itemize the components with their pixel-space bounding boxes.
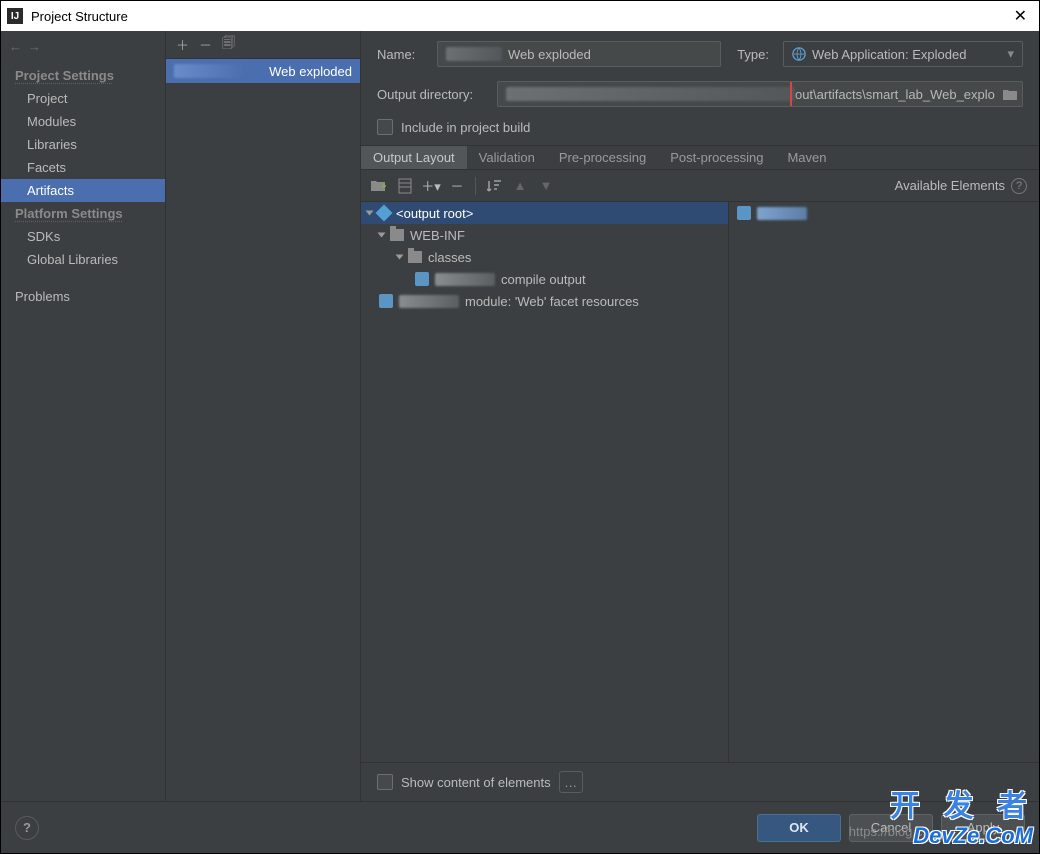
- dialog-footer: ? OK Cancel Apply: [1, 801, 1039, 853]
- tree-facet-resources[interactable]: module: 'Web' facet resources: [361, 290, 728, 312]
- show-content-checkbox[interactable]: [377, 774, 393, 790]
- redacted-text: [506, 87, 795, 101]
- help-button[interactable]: ?: [15, 816, 39, 840]
- settings-sidebar: ← → Project Settings Project Modules Lib…: [1, 31, 166, 801]
- sidebar-header-project-settings: Project Settings: [1, 64, 165, 87]
- expand-icon[interactable]: [378, 233, 386, 238]
- project-structure-window: IJ Project Structure ✕ ← → Project Setti…: [0, 0, 1040, 854]
- close-icon[interactable]: ✕: [1008, 6, 1033, 26]
- tab-pre-processing[interactable]: Pre-processing: [547, 146, 658, 169]
- tree-classes[interactable]: classes: [361, 246, 728, 268]
- chevron-down-icon: ▾: [1007, 46, 1014, 62]
- name-label: Name:: [377, 47, 427, 62]
- show-content-label: Show content of elements: [401, 775, 551, 790]
- name-field[interactable]: Web exploded: [437, 41, 721, 67]
- apply-button[interactable]: Apply: [941, 814, 1025, 842]
- tree-label: module: 'Web' facet resources: [465, 294, 639, 309]
- tree-label: compile output: [501, 272, 586, 287]
- available-elements-label: Available Elements: [895, 178, 1005, 193]
- remove-item-icon[interactable]: －: [445, 174, 469, 198]
- tree-compile-output[interactable]: compile output: [361, 268, 728, 290]
- back-icon[interactable]: ←: [9, 39, 22, 54]
- redacted-text: [174, 64, 244, 78]
- sidebar-item-artifacts[interactable]: Artifacts: [1, 179, 165, 202]
- output-dir-field[interactable]: out\artifacts\smart_lab_Web_explo: [497, 81, 1023, 107]
- facet-icon: [379, 294, 393, 308]
- forward-icon[interactable]: →: [28, 39, 41, 54]
- type-label: Type:: [737, 47, 769, 62]
- include-in-build-label: Include in project build: [401, 120, 530, 135]
- new-folder-icon[interactable]: [367, 174, 391, 198]
- remove-icon[interactable]: －: [199, 35, 212, 54]
- copy-icon[interactable]: 🗐: [222, 34, 235, 56]
- sidebar-header-platform-settings: Platform Settings: [1, 202, 165, 225]
- available-element-item[interactable]: [729, 202, 1039, 224]
- artifact-list-panel: ＋ － 🗐 Web exploded: [166, 31, 361, 801]
- sidebar-item-problems[interactable]: Problems: [1, 285, 165, 308]
- type-dropdown[interactable]: Web Application: Exploded ▾: [783, 41, 1023, 67]
- add-icon[interactable]: ＋: [176, 35, 189, 54]
- more-options-button[interactable]: …: [559, 771, 583, 793]
- web-app-icon: [792, 47, 806, 61]
- tree-label: classes: [428, 250, 471, 265]
- folder-icon: [408, 251, 422, 263]
- window-title: Project Structure: [31, 9, 128, 24]
- ok-button[interactable]: OK: [757, 814, 841, 842]
- tree-label: WEB-INF: [410, 228, 465, 243]
- sidebar-item-global-libraries[interactable]: Global Libraries: [1, 248, 165, 271]
- highlight-annotation: [790, 81, 1023, 107]
- sidebar-item-modules[interactable]: Modules: [1, 110, 165, 133]
- type-value: Web Application: Exploded: [812, 47, 966, 62]
- layout-toolbar: ＋▾ － ▲ ▼ Available Elements ?: [361, 170, 1039, 202]
- move-down-icon[interactable]: ▼: [534, 174, 558, 198]
- help-icon[interactable]: ?: [1011, 178, 1027, 194]
- module-icon: [737, 206, 751, 220]
- redacted-text: [757, 207, 807, 220]
- expand-icon[interactable]: [366, 211, 374, 216]
- title-bar: IJ Project Structure ✕: [1, 1, 1039, 31]
- sidebar-item-facets[interactable]: Facets: [1, 156, 165, 179]
- cancel-button[interactable]: Cancel: [849, 814, 933, 842]
- redacted-text: [446, 47, 502, 61]
- artifact-tabs: Output Layout Validation Pre-processing …: [361, 145, 1039, 170]
- artifact-toolbar: ＋ － 🗐: [166, 31, 360, 59]
- output-layout-tree[interactable]: <output root> WEB-INF classes: [361, 202, 729, 762]
- available-elements-panel[interactable]: [729, 202, 1039, 762]
- sidebar-item-project[interactable]: Project: [1, 87, 165, 110]
- artifact-detail-panel: Name: Web exploded Type: Web Application…: [361, 31, 1039, 801]
- redacted-text: [435, 273, 495, 286]
- tree-output-root[interactable]: <output root>: [361, 202, 728, 224]
- tree-label: <output root>: [396, 206, 473, 221]
- output-dir-label: Output directory:: [377, 87, 487, 102]
- add-copy-icon[interactable]: ＋▾: [419, 174, 443, 198]
- tab-post-processing[interactable]: Post-processing: [658, 146, 775, 169]
- sidebar-item-sdks[interactable]: SDKs: [1, 225, 165, 248]
- output-root-icon: [376, 205, 393, 222]
- tab-validation[interactable]: Validation: [467, 146, 547, 169]
- move-up-icon[interactable]: ▲: [508, 174, 532, 198]
- tree-webinf[interactable]: WEB-INF: [361, 224, 728, 246]
- sort-icon[interactable]: [482, 174, 506, 198]
- folder-icon: [390, 229, 404, 241]
- sidebar-item-libraries[interactable]: Libraries: [1, 133, 165, 156]
- tab-output-layout[interactable]: Output Layout: [361, 146, 467, 169]
- redacted-text: [399, 295, 459, 308]
- artifact-list-item[interactable]: Web exploded: [166, 59, 360, 83]
- app-icon: IJ: [7, 8, 23, 24]
- module-icon: [415, 272, 429, 286]
- expand-icon[interactable]: [396, 255, 404, 260]
- new-archive-icon[interactable]: [393, 174, 417, 198]
- name-value: Web exploded: [508, 47, 591, 62]
- tab-maven[interactable]: Maven: [775, 146, 838, 169]
- artifact-name: Web exploded: [269, 64, 352, 79]
- include-in-build-checkbox[interactable]: [377, 119, 393, 135]
